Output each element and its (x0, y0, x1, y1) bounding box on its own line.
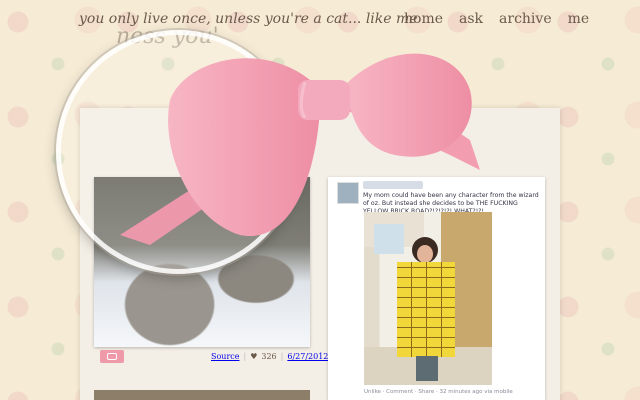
post-embedded-photo[interactable] (364, 212, 492, 385)
magnifier-lens (56, 30, 300, 274)
note-count[interactable]: 326 (261, 352, 276, 361)
nav-me[interactable]: me (568, 11, 590, 27)
nav-archive[interactable]: archive (499, 11, 552, 27)
person-face (417, 245, 433, 263)
post-date[interactable]: 6/27/2012 (287, 352, 328, 361)
divider: | (243, 352, 247, 361)
nav-ask[interactable]: ask (459, 11, 483, 27)
heart-icon[interactable]: ♥ (250, 352, 257, 361)
person-legs (416, 356, 438, 381)
top-nav: home ask archive me (404, 11, 589, 27)
post-actions-footer: Unlike · Comment · Share · 32 minutes ag… (364, 389, 513, 395)
post-meta: Source | ♥ 326 | 6/27/2012 (211, 352, 328, 361)
blurred-name (363, 181, 423, 189)
window (374, 224, 404, 254)
yellow-brick-costume (397, 262, 455, 357)
photo-type-badge[interactable] (100, 350, 124, 363)
divider: | (280, 352, 284, 361)
avatar (337, 182, 359, 204)
next-post-card[interactable] (94, 390, 310, 400)
camera-icon (107, 353, 117, 360)
source-link[interactable]: Source (211, 352, 240, 361)
nav-home[interactable]: home (404, 11, 443, 27)
